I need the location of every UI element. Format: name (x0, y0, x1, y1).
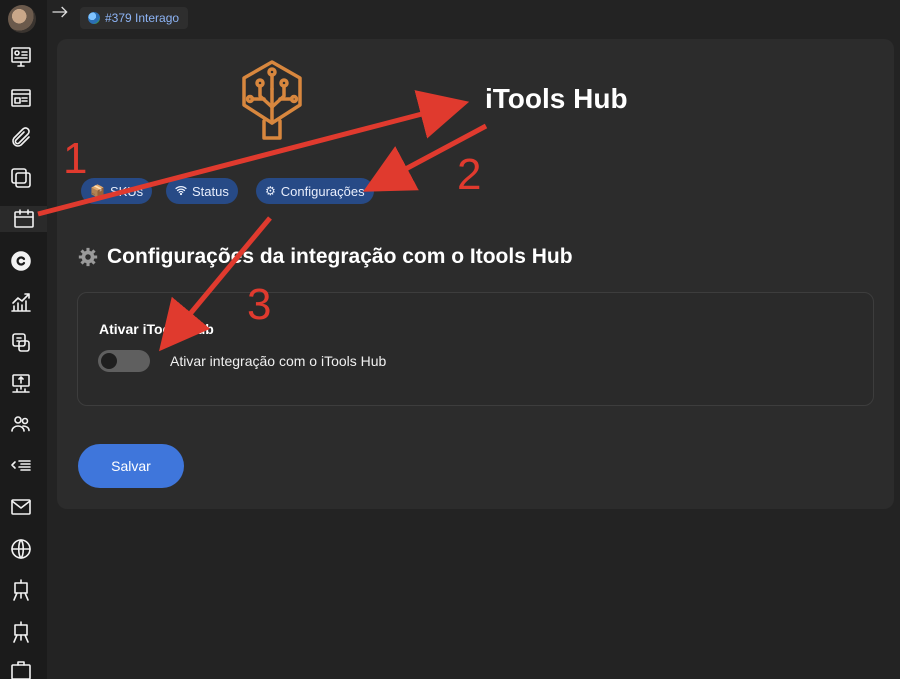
tree-logo (240, 59, 304, 141)
tab-configuracoes[interactable]: ⚙ Configurações (256, 178, 374, 204)
mail-icon[interactable] (8, 494, 34, 520)
globe-icon (88, 12, 100, 24)
tab-chip[interactable]: #379 Interago (80, 7, 189, 29)
setting-label: Ativar iTools Hub (99, 321, 214, 337)
tab-status-label: Status (192, 183, 229, 199)
chart-icon[interactable] (8, 289, 34, 315)
paperclip-icon[interactable] (8, 125, 34, 151)
section-title: Configurações da integração com o Itools… (77, 245, 573, 269)
section-title-text: Configurações da integração com o Itools… (107, 245, 573, 268)
easel-icon[interactable] (8, 577, 34, 603)
gear-icon (78, 247, 98, 267)
tab-status[interactable]: Status (166, 178, 238, 204)
support-icon[interactable] (8, 330, 34, 356)
enable-toggle[interactable] (98, 350, 150, 372)
box-icon: 📦 (90, 184, 105, 198)
gear-icon: ⚙ (265, 184, 276, 198)
calendar-icon[interactable] (0, 206, 47, 232)
avatar[interactable] (8, 5, 36, 33)
main-panel: iTools Hub 📦 SKUs Status ⚙ Configurações… (57, 39, 894, 509)
save-button[interactable]: Salvar (78, 444, 184, 488)
app-sidebar (0, 0, 47, 679)
briefcase-icon[interactable] (8, 658, 34, 679)
expand-arrow-icon[interactable] (48, 0, 72, 24)
tab-label: #379 Interago (105, 11, 180, 25)
tab-skus-label: SKUs (109, 183, 144, 199)
dashboard-icon[interactable] (8, 44, 34, 70)
toggle-knob (101, 353, 117, 369)
layers-icon[interactable] (8, 165, 34, 191)
network-icon[interactable] (8, 371, 34, 397)
window-icon[interactable] (8, 85, 34, 111)
tab-configuracoes-label: Configurações (280, 183, 365, 199)
brand-title: iTools Hub (485, 83, 628, 114)
users-icon[interactable] (8, 411, 34, 437)
setting-card: Ativar iTools Hub Ativar integração com … (77, 292, 874, 406)
globe-icon[interactable] (8, 536, 34, 562)
easel-2-icon[interactable] (8, 619, 34, 645)
refresh-circle-icon[interactable] (8, 248, 34, 274)
toggle-description: Ativar integração com o iTools Hub (170, 353, 387, 369)
tab-skus[interactable]: 📦 SKUs (81, 178, 153, 204)
wifi-icon (175, 184, 187, 199)
code-list-icon[interactable] (8, 452, 34, 478)
